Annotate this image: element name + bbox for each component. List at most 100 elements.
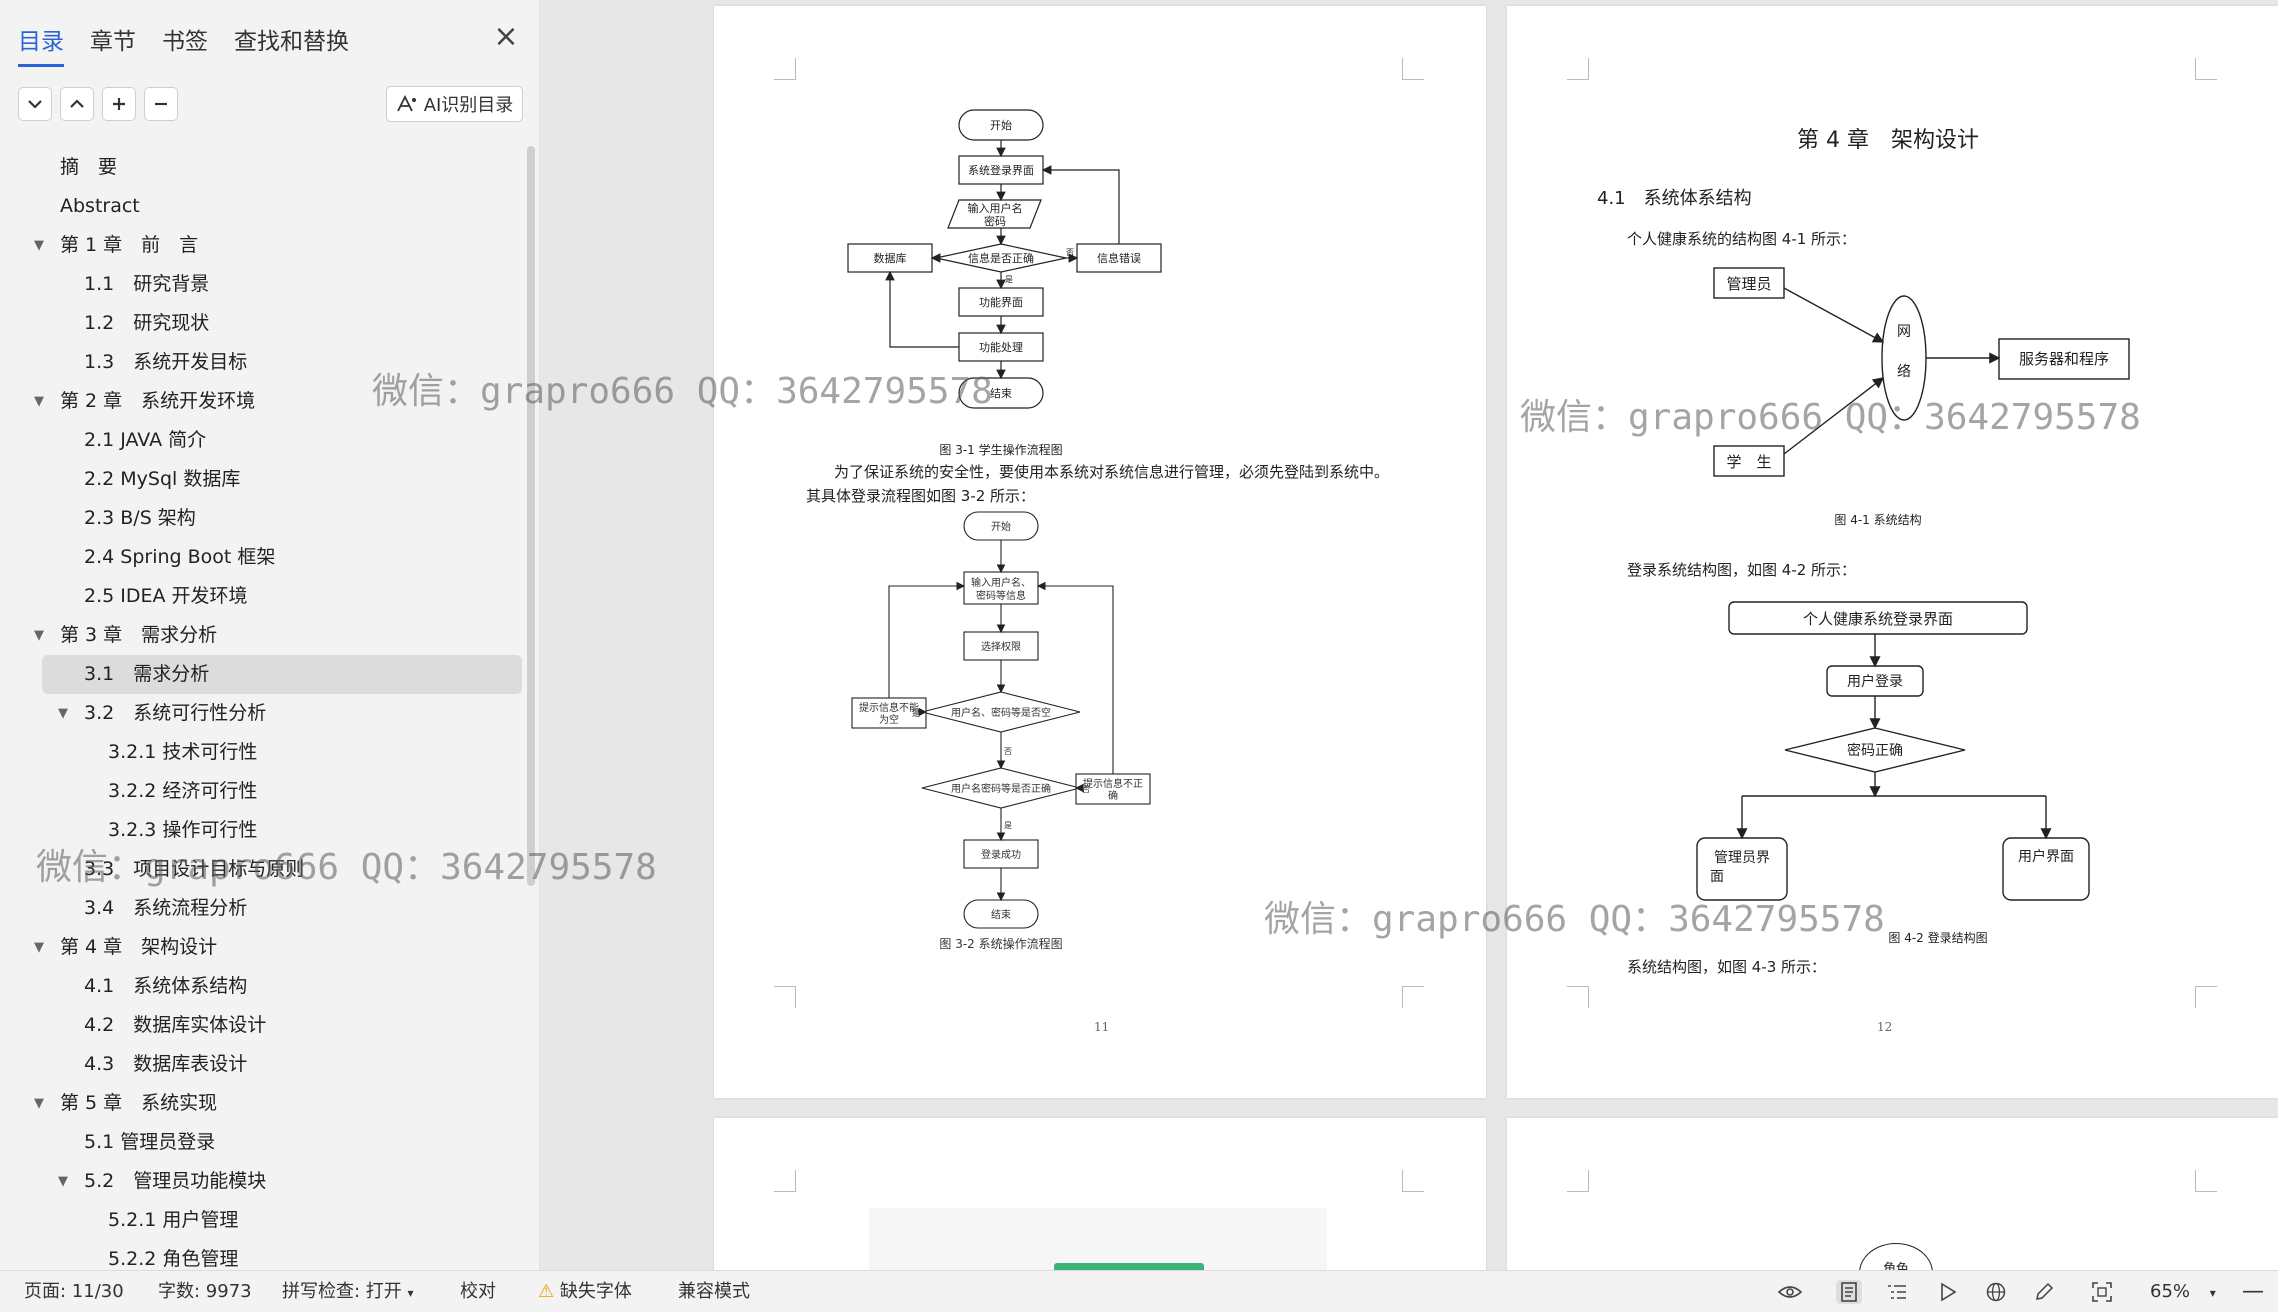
page-number: 12	[1877, 1020, 1893, 1034]
toc-item-label: 第 2 章 系统开发环境	[60, 390, 256, 412]
missing-font-label: 缺失字体	[559, 1281, 632, 1302]
toc-item[interactable]: ▼ 第 4 章 架构设计	[0, 928, 530, 967]
plus-icon[interactable]	[102, 87, 136, 121]
toc-item[interactable]: 5.1 管理员登录	[0, 1123, 530, 1162]
expand-triangle-icon[interactable]: ▼	[34, 382, 44, 421]
page-indicator[interactable]: 页面: 11/30	[24, 1271, 124, 1312]
ai-icon	[396, 95, 416, 112]
zoom-out-icon[interactable]: —	[2242, 1271, 2264, 1312]
toc-item[interactable]: ▼ 第 2 章 系统开发环境	[0, 382, 530, 421]
pen-icon[interactable]	[2031, 1280, 2057, 1304]
toc-item-label: 第 1 章 前 言	[60, 234, 199, 256]
toc-item[interactable]: 3.1 需求分析	[42, 655, 522, 694]
toc-item[interactable]: ▼ 第 5 章 系统实现	[0, 1084, 530, 1123]
toc-item[interactable]: 1.1 研究背景	[0, 265, 530, 304]
toc-item-label: 2.3 B/S 架构	[84, 507, 196, 529]
flow-text: 用户名密码等是否正确	[951, 782, 1051, 795]
figure-caption: 图 4-2 登录结构图	[1888, 930, 1987, 945]
expand-triangle-icon[interactable]: ▼	[34, 226, 44, 265]
spell-check-toggle[interactable]: 拼写检查: 打开 ▾	[282, 1271, 414, 1312]
toc-item[interactable]: 摘 要	[0, 148, 530, 187]
toc-item[interactable]: 3.3 项目设计目标与原则	[0, 850, 530, 889]
toc-item[interactable]: 2.4 Spring Boot 框架	[0, 538, 530, 577]
ai-recognize-toc-button[interactable]: AI识别目录	[386, 86, 523, 122]
er-entity: 角色	[1859, 1243, 1933, 1270]
proofread-button[interactable]: 校对	[460, 1271, 496, 1312]
globe-icon[interactable]	[1983, 1280, 2009, 1304]
toc-item-label: 4.2 数据库实体设计	[84, 1014, 267, 1036]
compat-mode[interactable]: 兼容模式	[678, 1271, 750, 1312]
flow-text: 信息是否正确	[968, 251, 1034, 265]
status-bar: 页面: 11/30 字数: 9973 拼写检查: 打开 ▾ 校对 ⚠ 缺失字体 …	[0, 1270, 2278, 1312]
toc-item[interactable]: 4.2 数据库实体设计	[0, 1006, 530, 1045]
flow-text: 开始	[991, 520, 1011, 533]
toc-item[interactable]: 2.1 JAVA 简介	[0, 421, 530, 460]
expand-triangle-icon[interactable]: ▼	[58, 1162, 68, 1201]
flow-text: 否	[1004, 747, 1012, 756]
toc-item[interactable]: 1.2 研究现状	[0, 304, 530, 343]
fit-page-icon[interactable]	[2089, 1280, 2115, 1304]
close-sidebar-icon[interactable]: ×	[492, 22, 520, 52]
flow-text: 否	[1082, 785, 1090, 794]
word-count[interactable]: 字数: 9973	[158, 1271, 252, 1312]
toc-item[interactable]: 1.3 系统开发目标	[0, 343, 530, 382]
page-12-figures: 管理员 学 生 网 络 服务器和程序 图 4-1 系统结构 个人健康系统登录界面…	[1696, 267, 2130, 945]
flow-text: 登录成功	[981, 848, 1021, 861]
expand-triangle-icon[interactable]: ▼	[34, 928, 44, 967]
document-canvas: 开始 系统登录界面 输入用户名 密码 信息是否正确 数据库 信息错误 功能界面 …	[541, 0, 2278, 1270]
flow-text: 系统登录界面	[968, 163, 1034, 177]
missing-font-button[interactable]: ⚠ 缺失字体	[538, 1271, 632, 1312]
eye-icon[interactable]	[1777, 1280, 1803, 1304]
arch-text: 学 生	[1726, 453, 1771, 471]
toc-item[interactable]: 4.1 系统体系结构	[0, 967, 530, 1006]
tab-find-replace[interactable]: 查找和替换	[234, 22, 349, 67]
chevron-down-icon: ▾	[407, 1286, 414, 1300]
page-number: 11	[1094, 1020, 1110, 1034]
toc-list: 摘 要 Abstract ▼ 第 1 章 前 言 1.1 研究背景 1.2 研究现状 1.3…	[0, 148, 530, 1279]
zoom-level[interactable]: 65% ▾	[2150, 1271, 2216, 1312]
toc-item[interactable]: ▼ 第 3 章 需求分析	[0, 616, 530, 655]
page-view-icon[interactable]	[1836, 1280, 1862, 1304]
toc-item[interactable]: 3.2.2 经济可行性	[0, 772, 530, 811]
paragraph: 其具体登录流程图如图 3-2 所示：	[806, 487, 1036, 505]
margin-mark	[1567, 1170, 1589, 1192]
toc-item[interactable]: 4.3 数据库表设计	[0, 1045, 530, 1084]
play-icon[interactable]	[1935, 1280, 1961, 1304]
toc-scrollbar[interactable]	[527, 146, 535, 886]
toc-item[interactable]: ▼ 3.2 系统可行性分析	[0, 694, 530, 733]
toc-item[interactable]: 5.2.1 用户管理	[0, 1201, 530, 1240]
toc-item[interactable]: 2.3 B/S 架构	[0, 499, 530, 538]
toc-item[interactable]: 3.2.3 操作可行性	[0, 811, 530, 850]
chevron-up-icon[interactable]	[60, 87, 94, 121]
toc-item-label: 1.2 研究现状	[84, 312, 210, 334]
toc-item-label: 2.2 MySql 数据库	[84, 468, 241, 490]
toc-item[interactable]: 2.5 IDEA 开发环境	[0, 577, 530, 616]
expand-triangle-icon[interactable]: ▼	[34, 616, 44, 655]
outline-view-icon[interactable]	[1884, 1280, 1910, 1304]
expand-triangle-icon[interactable]: ▼	[58, 694, 68, 733]
er-entity-label: 角色	[1882, 1262, 1909, 1270]
toc-item[interactable]: 3.4 系统流程分析	[0, 889, 530, 928]
toc-item-label: 4.3 数据库表设计	[84, 1053, 248, 1075]
tab-toc[interactable]: 目录	[18, 22, 64, 67]
tab-bookmarks[interactable]: 书签	[162, 22, 208, 67]
tab-chapters[interactable]: 章节	[90, 22, 136, 67]
page-11-figures: 开始 系统登录界面 输入用户名 密码 信息是否正确 数据库 信息错误 功能界面 …	[847, 109, 1162, 951]
toc-item[interactable]: 2.2 MySql 数据库	[0, 460, 530, 499]
arch-text: 络	[1897, 364, 1911, 380]
flow-text: 输入用户名、	[971, 576, 1031, 589]
flow-text: 是	[1004, 821, 1012, 830]
login-text: 个人健康系统登录界面	[1803, 610, 1953, 628]
flow-text: 密码	[984, 214, 1006, 228]
paragraph: 登录系统结构图，如图 4-2 所示：	[1627, 561, 1857, 579]
minus-icon[interactable]	[144, 87, 178, 121]
chevron-down-icon[interactable]	[18, 87, 52, 121]
toc-item[interactable]: ▼ 5.2 管理员功能模块	[0, 1162, 530, 1201]
figure-caption: 图 4-1 系统结构	[1834, 512, 1921, 527]
toc-item[interactable]: 3.2.1 技术可行性	[0, 733, 530, 772]
expand-triangle-icon[interactable]: ▼	[34, 1084, 44, 1123]
zoom-level-label: 65%	[2150, 1281, 2191, 1302]
toc-item[interactable]: Abstract	[0, 187, 530, 226]
login-text: 用户登录	[1847, 673, 1903, 690]
toc-item[interactable]: ▼ 第 1 章 前 言	[0, 226, 530, 265]
